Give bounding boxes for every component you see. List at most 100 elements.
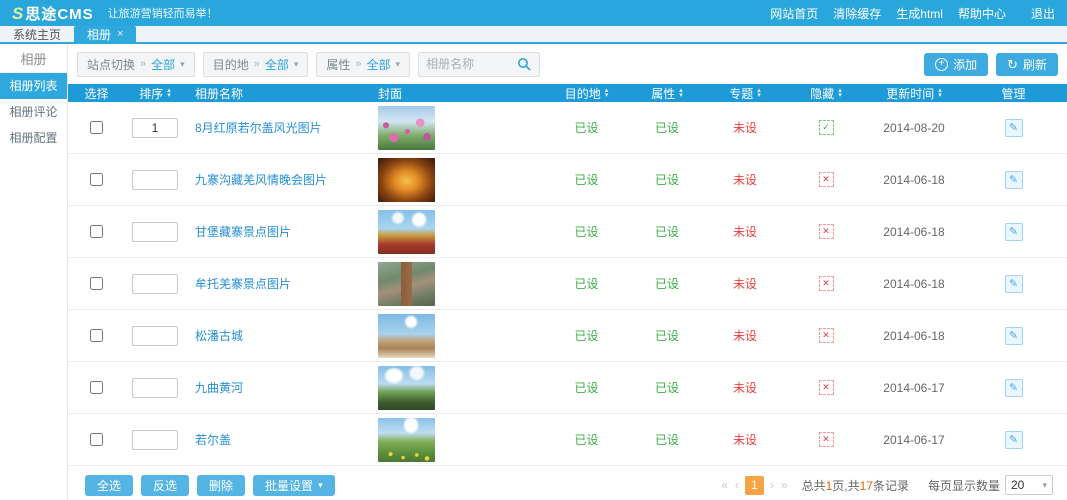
breadcrumb-sep-icon: » — [254, 58, 260, 70]
album-name-link[interactable]: 松潘古城 — [195, 327, 243, 344]
album-name-link[interactable]: 若尔盖 — [195, 431, 231, 448]
row-checkbox[interactable] — [90, 277, 103, 290]
hidden-toggle-icon[interactable]: ✕ — [819, 380, 834, 395]
album-cover-image[interactable] — [378, 158, 435, 202]
updated-date: 2014-06-17 — [883, 433, 944, 447]
column-header-cover: 封面 — [350, 84, 545, 102]
updated-date: 2014-06-18 — [883, 277, 944, 291]
album-name-link[interactable]: 甘堡藏寨景点图片 — [195, 223, 291, 240]
hidden-toggle-icon[interactable]: ✕ — [819, 224, 834, 239]
menu-logout[interactable]: 退出 — [1031, 5, 1055, 22]
refresh-button[interactable]: ↻ 刷新 — [996, 53, 1058, 76]
sidebar-item-album-settings[interactable]: 相册配置 — [0, 125, 67, 151]
destination-status: 已设 — [574, 327, 598, 344]
refresh-button-label: 刷新 — [1023, 56, 1047, 73]
select-all-button[interactable]: 全选 — [85, 475, 133, 496]
column-header-attribute[interactable]: 属性 ▴▾ — [628, 84, 706, 102]
row-checkbox[interactable] — [90, 173, 103, 186]
top-menu: 网站首页 清除缓存 生成html 帮助中心 退出 — [770, 5, 1055, 22]
hidden-toggle-icon[interactable]: ✕ — [819, 172, 834, 187]
sort-order-input[interactable] — [132, 326, 178, 346]
per-page-select[interactable]: 20 ▾ — [1005, 475, 1053, 495]
row-checkbox[interactable] — [90, 121, 103, 134]
pagination: « ‹ 1 › » 总共1页,共17条记录 每页显示数量 20 ▾ — [720, 475, 1053, 495]
pagination-current-page[interactable]: 1 — [745, 476, 764, 495]
edit-icon[interactable]: ✎ — [1005, 171, 1023, 189]
edit-icon[interactable]: ✎ — [1005, 379, 1023, 397]
sort-order-input[interactable] — [132, 378, 178, 398]
column-header-sort[interactable]: 排序 ▴▾ — [125, 84, 185, 102]
album-cover-image[interactable] — [378, 418, 435, 462]
app-logo: S 思途CMS — [12, 3, 94, 24]
sidebar-item-album-comments[interactable]: 相册评论 — [0, 99, 67, 125]
attribute-dropdown[interactable]: 属性 » 全部 ▾ — [316, 52, 410, 77]
edit-icon[interactable]: ✎ — [1005, 327, 1023, 345]
album-name-link[interactable]: 九寨沟藏羌风情晚会图片 — [195, 171, 327, 188]
album-name-link[interactable]: 牟托羌寨景点图片 — [195, 275, 291, 292]
sort-order-input[interactable] — [132, 274, 178, 294]
tab-close-icon[interactable]: × — [117, 28, 123, 40]
album-cover-image[interactable] — [378, 210, 435, 254]
album-cover-image[interactable] — [378, 314, 435, 358]
batch-settings-button[interactable]: 批量设置 ▾ — [253, 475, 335, 496]
column-label: 排序 — [139, 85, 163, 102]
album-name-link[interactable]: 8月红原若尔盖风光图片 — [195, 119, 322, 136]
row-checkbox[interactable] — [90, 433, 103, 446]
row-checkbox[interactable] — [90, 329, 103, 342]
updated-date: 2014-06-18 — [883, 173, 944, 187]
search-input[interactable] — [426, 57, 512, 71]
search-icon[interactable] — [516, 56, 532, 72]
menu-generate-html[interactable]: 生成html — [896, 5, 943, 22]
menu-clear-cache[interactable]: 清除缓存 — [833, 5, 881, 22]
sort-order-input[interactable] — [132, 170, 178, 190]
edit-icon[interactable]: ✎ — [1005, 119, 1023, 137]
album-cover-image[interactable] — [378, 106, 435, 150]
row-checkbox[interactable] — [90, 225, 103, 238]
logo-text: 思途CMS — [25, 3, 93, 24]
destination-status: 已设 — [574, 275, 598, 292]
pagination-prev-icon[interactable]: ‹ — [734, 478, 740, 492]
row-checkbox[interactable] — [90, 381, 103, 394]
pagination-next-icon[interactable]: › — [769, 478, 775, 492]
sort-order-input[interactable] — [132, 222, 178, 242]
hidden-toggle-icon[interactable]: ✕ — [819, 432, 834, 447]
edit-icon[interactable]: ✎ — [1005, 431, 1023, 449]
tab-system-home[interactable]: 系统主页 — [0, 26, 74, 42]
pagination-first-icon[interactable]: « — [720, 478, 729, 492]
column-header-updated[interactable]: 更新时间 ▴▾ — [868, 84, 960, 102]
hidden-toggle-icon[interactable]: ✕ — [819, 276, 834, 291]
invert-selection-button[interactable]: 反选 — [141, 475, 189, 496]
column-header-topic[interactable]: 专题 ▴▾ — [706, 84, 784, 102]
hidden-toggle-icon[interactable]: ✕ — [819, 328, 834, 343]
destination-dropdown[interactable]: 目的地 » 全部 ▾ — [203, 52, 309, 77]
album-name-link[interactable]: 九曲黄河 — [195, 379, 243, 396]
attribute-label: 属性 — [326, 56, 350, 73]
sidebar-item-album-list[interactable]: 相册列表 — [0, 73, 67, 99]
table-row: 甘堡藏寨景点图片 已设 已设 未设 ✕ 2014-06-18 ✎ — [68, 206, 1067, 258]
destination-status: 已设 — [574, 431, 598, 448]
sort-order-input[interactable] — [132, 118, 178, 138]
delete-button[interactable]: 删除 — [197, 475, 245, 496]
tab-album-active[interactable]: 相册 × — [74, 26, 136, 42]
table-row: 牟托羌寨景点图片 已设 已设 未设 ✕ 2014-06-18 ✎ — [68, 258, 1067, 310]
edit-icon[interactable]: ✎ — [1005, 223, 1023, 241]
column-label: 隐藏 — [810, 85, 834, 102]
column-label: 相册名称 — [195, 85, 243, 102]
topic-status: 未设 — [733, 379, 757, 396]
album-cover-image[interactable] — [378, 366, 435, 410]
menu-help-center[interactable]: 帮助中心 — [958, 5, 1006, 22]
pagination-last-icon[interactable]: » — [780, 478, 789, 492]
column-header-destination[interactable]: 目的地 ▴▾ — [545, 84, 628, 102]
menu-site-home[interactable]: 网站首页 — [770, 5, 818, 22]
hidden-toggle-icon[interactable]: ✓ — [819, 120, 834, 135]
edit-icon[interactable]: ✎ — [1005, 275, 1023, 293]
sort-order-input[interactable] — [132, 430, 178, 450]
album-cover-image[interactable] — [378, 262, 435, 306]
column-header-hidden[interactable]: 隐藏 ▴▾ — [784, 84, 868, 102]
topic-status: 未设 — [733, 431, 757, 448]
column-label: 封面 — [378, 85, 402, 102]
logo-s-icon: S — [12, 4, 23, 24]
add-button[interactable]: + 添加 — [924, 53, 988, 76]
site-switch-dropdown[interactable]: 站点切换 » 全部 ▾ — [77, 52, 195, 77]
table-row: 松潘古城 已设 已设 未设 ✕ 2014-06-18 ✎ — [68, 310, 1067, 362]
